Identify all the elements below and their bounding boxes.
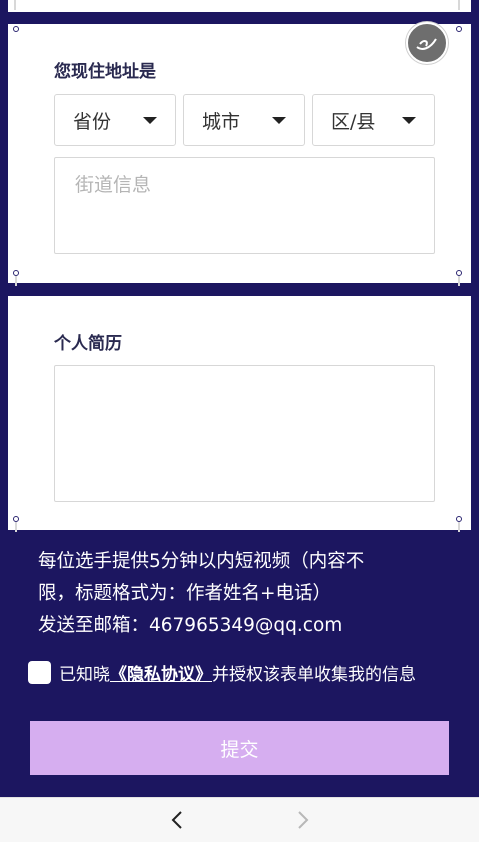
privacy-consent-checkbox[interactable] <box>28 661 51 684</box>
city-select[interactable]: 城市 <box>183 94 305 146</box>
brand-logo-icon[interactable] <box>406 22 448 64</box>
binder-hook <box>458 522 460 532</box>
resume-input[interactable] <box>54 365 435 502</box>
province-select[interactable]: 省份 <box>54 94 176 146</box>
binder-hook <box>458 276 460 286</box>
binder-hook <box>14 0 16 10</box>
street-placeholder: 街道信息 <box>75 174 152 196</box>
instruction-email-line: 发送至邮箱：467965349@qq.com <box>38 615 343 636</box>
consent-prefix: 已知晓 <box>59 665 110 685</box>
binder-hook <box>15 276 17 286</box>
previous-card-edge <box>8 0 471 12</box>
resume-card: 个人简历 <box>8 296 471 530</box>
submission-instructions: 每位选手提供5分钟以内短视频（内容不 限，标题格式为：作者姓名+电话） 发送至邮… <box>38 546 438 642</box>
resume-title: 个人简历 <box>54 334 122 354</box>
browser-toolbar <box>0 797 479 842</box>
instruction-line: 每位选手提供5分钟以内短视频（内容不 <box>38 551 365 572</box>
chevron-left-icon[interactable] <box>166 808 190 832</box>
chevron-right-icon[interactable] <box>290 808 314 832</box>
address-title: 您现住地址是 <box>54 62 156 82</box>
district-label: 区/县 <box>331 110 376 133</box>
instruction-line: 限，标题格式为：作者姓名+电话） <box>38 583 332 604</box>
province-label: 省份 <box>73 110 112 133</box>
privacy-consent-row: 已知晓 《隐私协议》 并授权该表单收集我的信息 <box>28 660 416 685</box>
address-card: 您现住地址是 省份 城市 区/县 街道信息 <box>8 22 471 283</box>
consent-suffix: 并授权该表单收集我的信息 <box>212 665 416 685</box>
district-select[interactable]: 区/县 <box>312 94 435 146</box>
binder-hook <box>15 522 17 532</box>
chevron-down-icon <box>272 117 286 124</box>
chevron-down-icon <box>402 117 416 124</box>
privacy-policy-link[interactable]: 《隐私协议》 <box>110 660 212 685</box>
binder-hook <box>458 0 460 10</box>
city-label: 城市 <box>202 110 241 133</box>
chevron-down-icon <box>143 117 157 124</box>
binder-ring <box>456 26 462 32</box>
submit-button[interactable]: 提交 <box>30 721 449 775</box>
street-input[interactable]: 街道信息 <box>54 157 435 254</box>
binder-ring <box>13 26 19 32</box>
